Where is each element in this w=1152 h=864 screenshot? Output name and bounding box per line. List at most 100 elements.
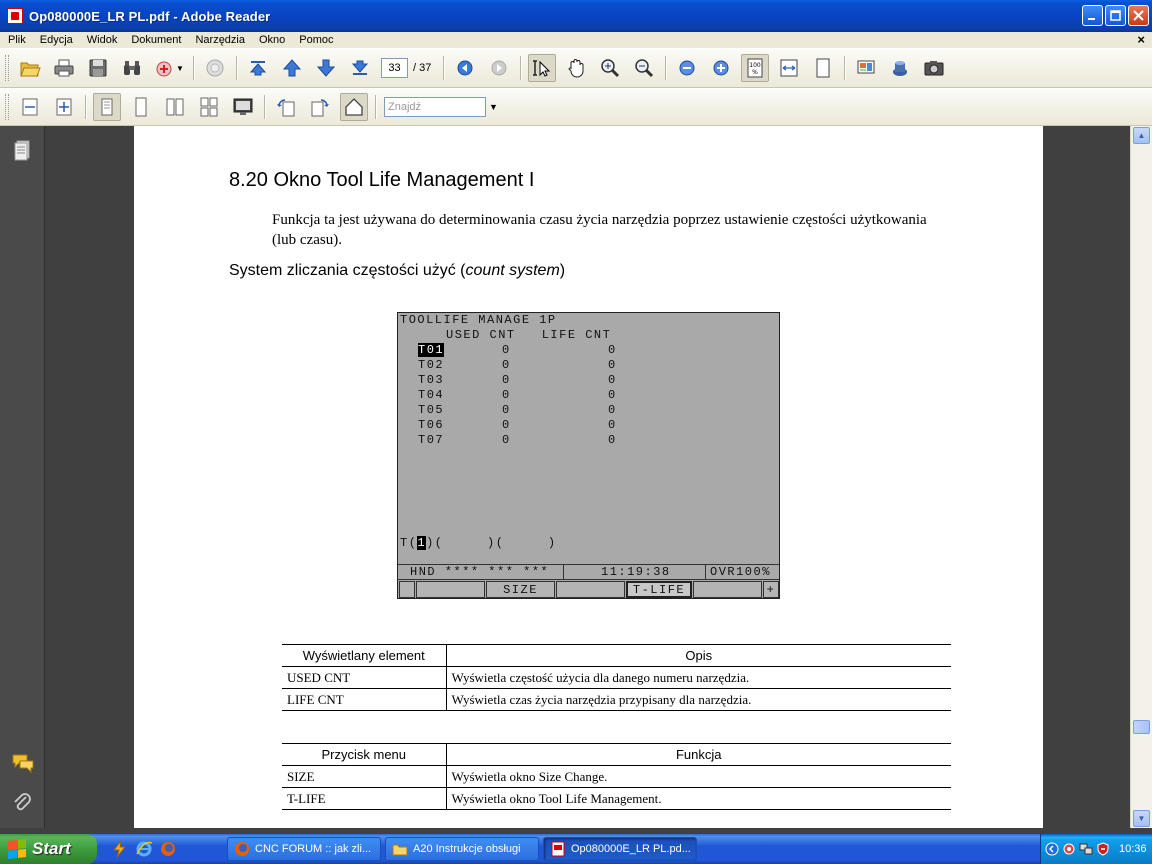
previous-view-button[interactable] (451, 54, 479, 82)
taskbar-item-label: Op080000E_LR PL.pd... (571, 843, 691, 855)
first-page-button[interactable] (244, 54, 272, 82)
folder-icon (392, 844, 408, 856)
table-cell: USED CNT (282, 666, 447, 689)
scroll-thumb[interactable] (1133, 720, 1150, 734)
toolbar-separator (375, 95, 376, 119)
start-label: Start (32, 839, 71, 858)
toolbar-separator (443, 56, 445, 80)
facing-button[interactable] (161, 93, 189, 121)
snapshot-tool-button[interactable] (920, 54, 948, 82)
last-page-icon (351, 60, 369, 75)
fit-visible-button[interactable] (50, 93, 78, 121)
zoom-tool-button[interactable] (596, 54, 624, 82)
taskbar-item-folder[interactable]: A20 Instrukcje obsługi (385, 837, 539, 861)
menu-okno[interactable]: Okno (254, 34, 290, 46)
show-hidden-icons-icon[interactable] (1045, 842, 1059, 856)
toolbar-grip[interactable] (5, 55, 9, 81)
attachments-panel-icon[interactable] (11, 792, 35, 816)
zoom-in-button[interactable] (707, 54, 735, 82)
single-page-button[interactable] (93, 93, 121, 121)
continuous-button[interactable] (127, 93, 155, 121)
next-page-button[interactable] (312, 54, 340, 82)
find-button[interactable] (118, 54, 146, 82)
find-input[interactable]: Znajdź (384, 97, 486, 117)
save-button[interactable] (84, 54, 112, 82)
document-close-button[interactable]: × (1137, 32, 1145, 48)
table-header: Wyświetlany element (282, 644, 447, 667)
menu-widok[interactable]: Widok (82, 34, 123, 46)
fit-width-view-button[interactable] (16, 93, 44, 121)
cnc-input-cursor: 1 (417, 536, 427, 550)
stamp-icon (206, 59, 224, 77)
comments-panel-icon[interactable] (11, 751, 35, 775)
floppy-disk-icon (89, 59, 107, 77)
close-button[interactable] (1128, 5, 1149, 26)
share-icon (156, 61, 172, 77)
internet-explorer-icon[interactable] (135, 840, 153, 858)
open-button[interactable] (16, 54, 44, 82)
hand-tool-button[interactable] (562, 54, 590, 82)
attach-to-email-button[interactable]: ▼ (152, 54, 186, 82)
plus-circle-icon (713, 60, 729, 76)
continuous-facing-button[interactable] (195, 93, 223, 121)
firefox-icon[interactable] (159, 840, 177, 858)
vertical-scrollbar[interactable]: ▲ ▼ (1130, 126, 1152, 828)
maximize-button[interactable] (1105, 5, 1126, 26)
table-cell: LIFE CNT (282, 688, 447, 711)
fit-page-icon (816, 58, 830, 78)
select-tool-button[interactable] (528, 54, 557, 82)
find-dropdown-icon[interactable]: ▼ (489, 102, 498, 112)
cnc-row-used: 0 (502, 343, 511, 357)
menu-dokument[interactable]: Dokument (126, 34, 186, 46)
page-number-input[interactable]: 33 (381, 58, 408, 78)
security-shield-icon[interactable] (1096, 842, 1110, 856)
menu-plik[interactable]: Plik (3, 34, 31, 46)
rotate-clockwise-button[interactable] (306, 93, 334, 121)
winamp-icon[interactable] (111, 840, 129, 858)
cnc-row-used: 0 (502, 418, 511, 432)
scroll-down-button[interactable]: ▼ (1133, 810, 1150, 827)
taskbar-item-firefox[interactable]: CNC FORUM :: jak zli... (227, 837, 381, 861)
fit-width-button[interactable] (775, 54, 803, 82)
zoom-out-button[interactable] (673, 54, 701, 82)
document-viewport: 8.20 Okno Tool Life Management I Funkcja… (45, 126, 1130, 828)
actual-size-button[interactable]: 100% (741, 54, 770, 82)
rotate-counterclockwise-button[interactable] (272, 93, 300, 121)
reader-extensions-button[interactable] (886, 54, 914, 82)
print-button[interactable] (50, 54, 78, 82)
last-page-button[interactable] (346, 54, 374, 82)
cnc-row-tool: T01 (418, 343, 445, 357)
table-header-row: Przycisk menu Funkcja (282, 743, 951, 766)
start-button[interactable]: Start (0, 834, 97, 864)
windows-logo-icon (8, 839, 26, 859)
taskbar-item-adobe-reader[interactable]: Op080000E_LR PL.pd... (543, 837, 697, 861)
previous-page-button[interactable] (278, 54, 306, 82)
comment-button[interactable] (201, 54, 229, 82)
menu-buttons-table: Przycisk menu Funkcja SIZE Wyświetla okn… (282, 743, 951, 810)
full-screen-button[interactable] (229, 93, 257, 121)
menu-edycja[interactable]: Edycja (35, 34, 78, 46)
minimize-button[interactable] (1082, 5, 1103, 26)
actual-size-icon: 100% (747, 58, 763, 78)
network-icon[interactable] (1079, 842, 1093, 856)
scroll-up-button[interactable]: ▲ (1133, 127, 1150, 144)
svg-text:%: % (753, 69, 759, 76)
menu-pomoc[interactable]: Pomoc (294, 34, 338, 46)
home-button[interactable] (340, 93, 368, 121)
fit-page-button[interactable] (809, 54, 837, 82)
next-view-button[interactable] (485, 54, 513, 82)
taskbar-item-label: CNC FORUM :: jak zli... (255, 843, 372, 855)
cnc-input-rest: )( )( ) (426, 536, 557, 550)
page-count: / 37 (413, 62, 432, 74)
subheading-suffix: ) (559, 262, 566, 279)
title-bar: Op080000E_LR PL.pdf - Adobe Reader (0, 0, 1152, 32)
cnc-softkey-tlife: T-LIFE (626, 581, 692, 598)
zoom-out-tool-button[interactable] (630, 54, 658, 82)
home-icon (345, 98, 363, 116)
cnc-row-tool: T05 (418, 403, 445, 417)
toolbar-grip[interactable] (5, 94, 9, 120)
settings-gear-icon[interactable] (1062, 842, 1076, 856)
menu-narzedzia[interactable]: Narzędzia (190, 34, 250, 46)
snapshot-layout-button[interactable] (852, 54, 880, 82)
pages-panel-icon[interactable] (11, 138, 35, 162)
